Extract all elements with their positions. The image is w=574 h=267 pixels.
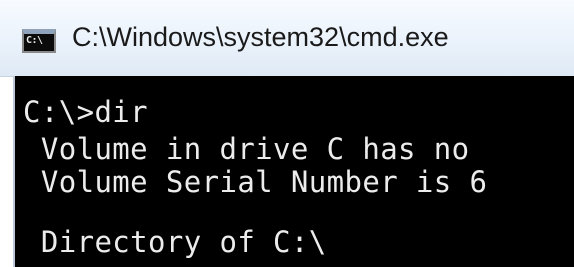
cmd-icon-label: C:\ xyxy=(26,35,43,46)
cmd-icon[interactable]: C:\ xyxy=(22,29,56,53)
directory-line: Directory of C:\ xyxy=(23,225,327,259)
title-bar[interactable]: C:\ C:\Windows\system32\cmd.exe xyxy=(0,0,574,77)
window-title: C:\Windows\system32\cmd.exe xyxy=(72,22,449,52)
console-output[interactable]: C:\>dir Volume in drive C has no Volume … xyxy=(13,76,574,267)
volume-label-line: Volume in drive C has no xyxy=(23,132,470,166)
cmd-window: C:\ C:\Windows\system32\cmd.exe C:\>dir … xyxy=(0,0,574,267)
volume-serial-line: Volume Serial Number is 6 xyxy=(23,165,488,199)
command-prompt-line: C:\>dir xyxy=(23,95,149,129)
